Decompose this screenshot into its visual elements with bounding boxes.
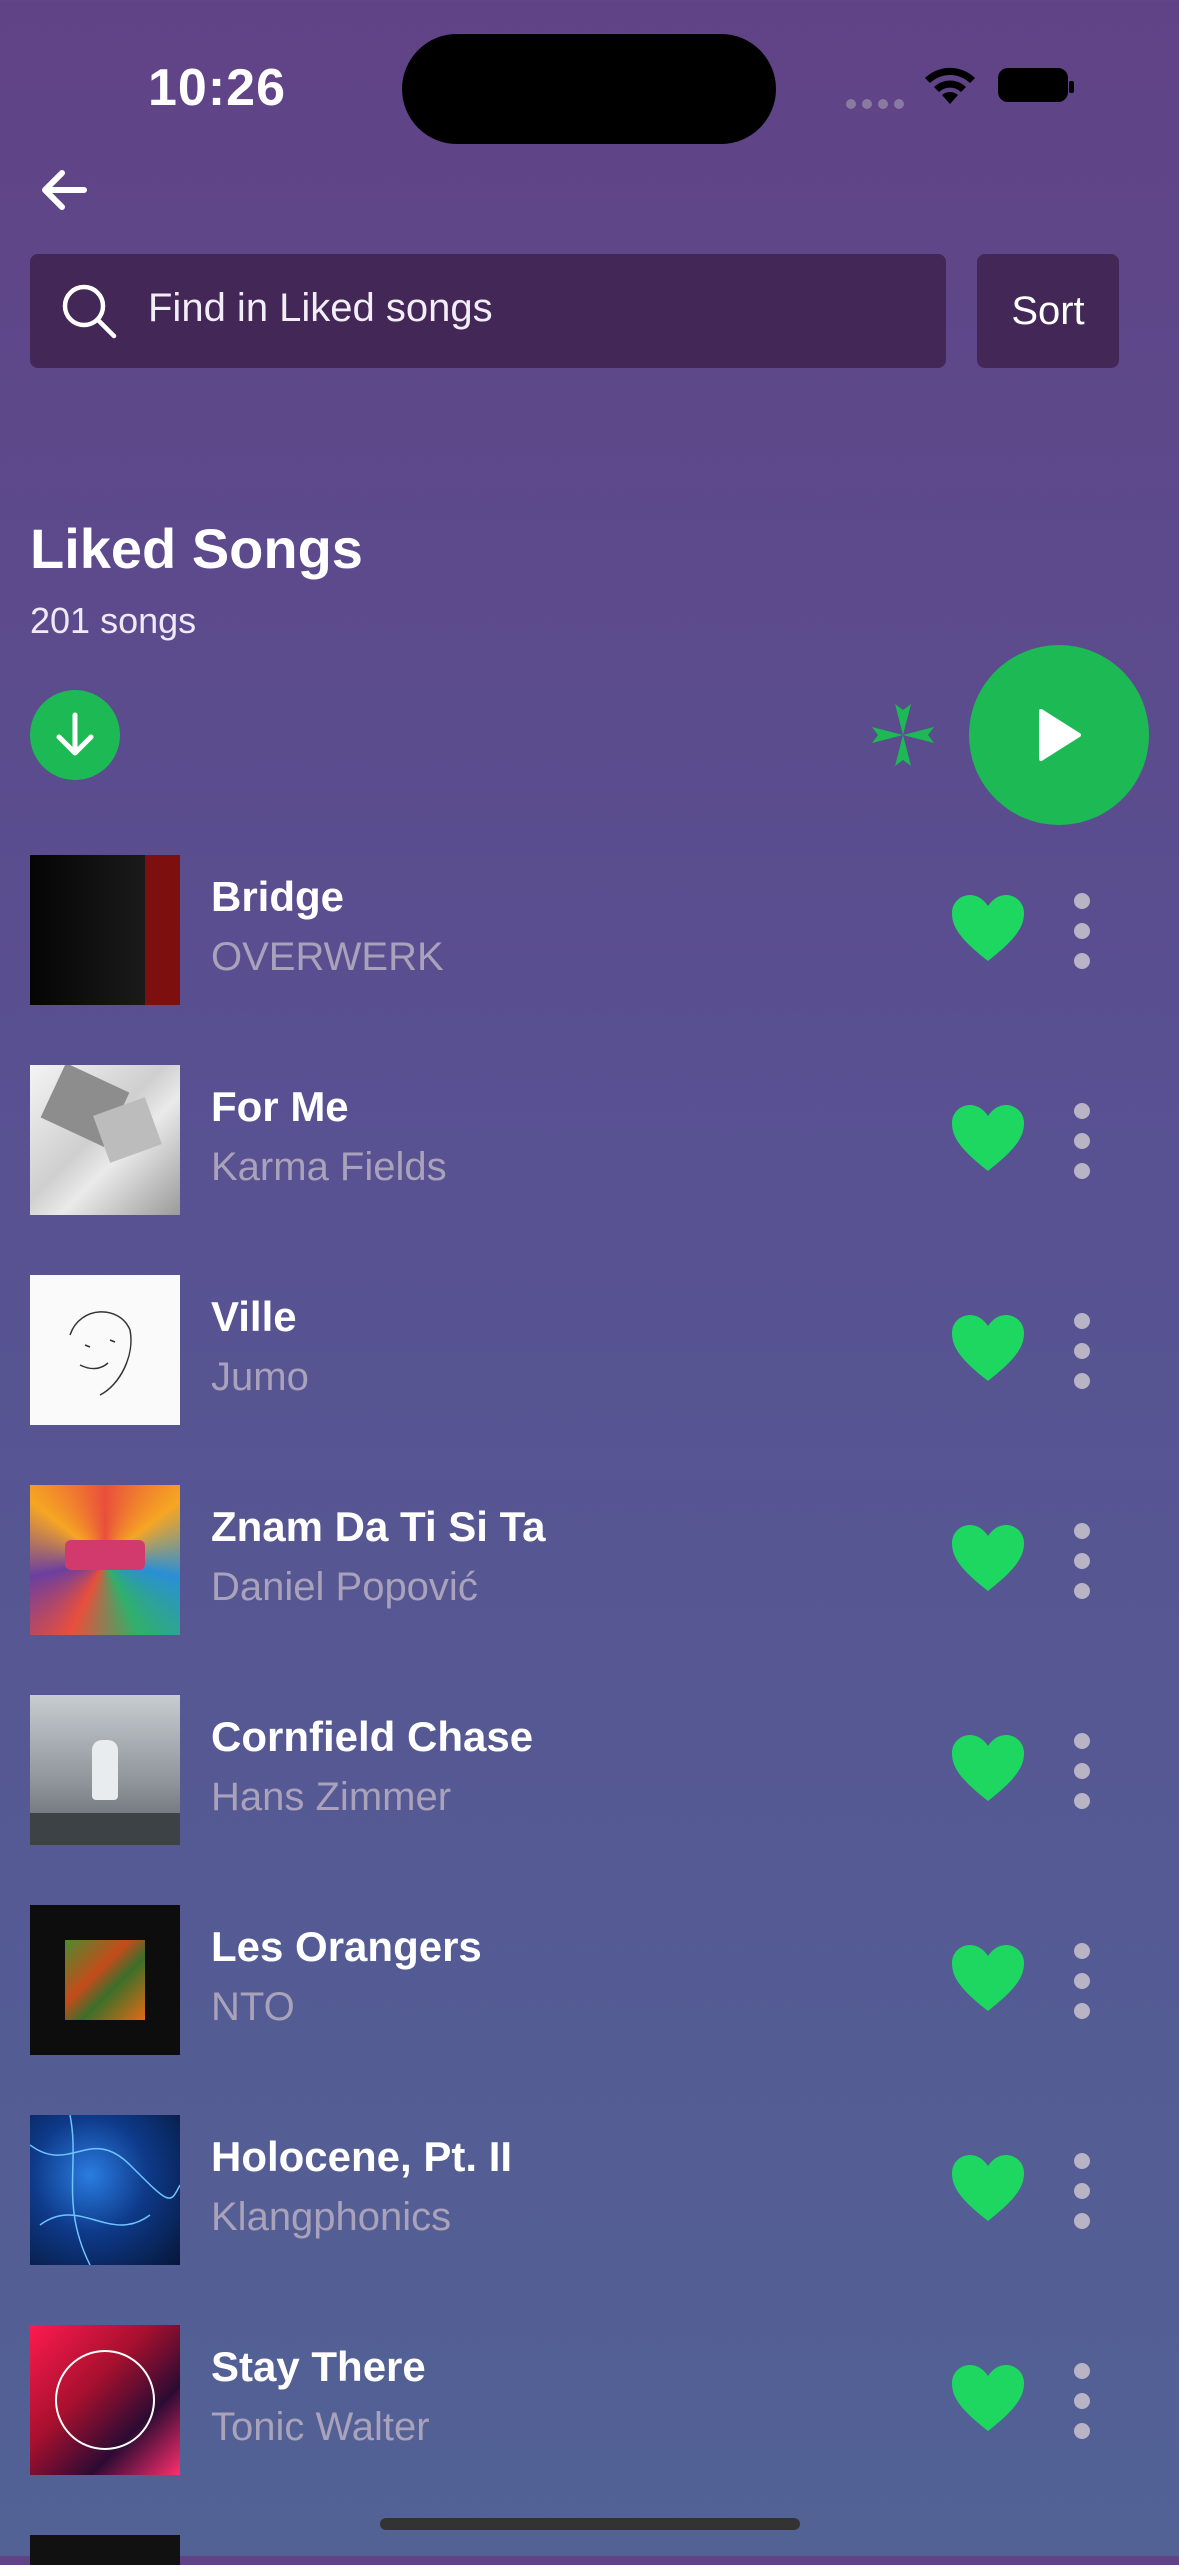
heart-icon[interactable] [950,1103,1026,1173]
song-row[interactable]: Bridge OVERWERK [0,855,1179,1005]
more-vertical-icon[interactable] [1066,1733,1098,1809]
song-artist: OVERWERK [211,935,444,979]
page-title: Liked Songs [30,517,363,580]
battery-icon [998,68,1074,102]
more-vertical-icon[interactable] [1066,2363,1098,2439]
heart-icon[interactable] [950,1943,1026,2013]
search-placeholder: Find in Liked songs [148,286,493,330]
more-vertical-icon[interactable] [1066,893,1098,969]
cellular-signal-icon [846,96,910,114]
song-title: Ville [211,1293,297,1340]
back-arrow-icon[interactable] [34,160,94,220]
album-art [30,1275,180,1425]
song-artist: Klangphonics [211,2195,452,2239]
song-row[interactable]: Ville Jumo [0,1275,1179,1425]
more-vertical-icon[interactable] [1066,2153,1098,2229]
song-row[interactable]: Holocene, Pt. II Klangphonics [0,2115,1179,2265]
album-art [30,1695,180,1845]
song-title: Stay There [211,2343,426,2390]
album-art [30,2535,180,2565]
search-icon [62,284,117,339]
song-title: Cornfield Chase [211,1713,534,1760]
song-title: Bridge [211,873,345,920]
search-field[interactable]: Find in Liked songs [30,254,946,368]
home-indicator[interactable] [380,2518,800,2530]
play-button[interactable] [969,645,1149,825]
heart-icon[interactable] [950,2363,1026,2433]
more-vertical-icon[interactable] [1066,1103,1098,1179]
album-art [30,2325,180,2475]
heart-icon[interactable] [950,2153,1026,2223]
album-art [30,1065,180,1215]
heart-icon[interactable] [950,1313,1026,1383]
song-row[interactable]: Znam Da Ti Si Ta Daniel Popović [0,1485,1179,1635]
album-art [30,1905,180,2055]
song-row[interactable]: Cornfield Chase Hans Zimmer [0,1695,1179,1845]
album-art [30,855,180,1005]
download-icon [56,712,94,756]
play-icon [1039,709,1081,761]
song-artist: Daniel Popović [211,1565,478,1609]
status-time: 10:26 [148,59,286,117]
song-row[interactable]: Les Orangers NTO [0,1905,1179,2055]
album-art [30,2115,180,2265]
song-artist: Jumo [211,1355,309,1399]
song-artist: NTO [211,1985,295,2029]
song-title: For Me [211,1083,349,1130]
album-art [30,1485,180,1635]
song-row[interactable]: Stay There Tonic Walter [0,2325,1179,2475]
song-artist: Hans Zimmer [211,1775,452,1819]
heart-icon[interactable] [950,893,1026,963]
song-title: Les Orangers [211,1923,482,1970]
song-title: Znam Da Ti Si Ta [211,1503,546,1550]
shuffle-icon[interactable] [868,700,938,770]
dynamic-island [402,34,776,144]
song-artist: Karma Fields [211,1145,447,1189]
more-vertical-icon[interactable] [1066,1523,1098,1599]
more-vertical-icon[interactable] [1066,1313,1098,1389]
song-row[interactable]: For Me Karma Fields [0,1065,1179,1215]
heart-icon[interactable] [950,1523,1026,1593]
song-title: Holocene, Pt. II [211,2133,513,2180]
song-count: 201 songs [30,600,197,641]
wifi-icon [925,67,975,104]
song-artist: Tonic Walter [211,2405,430,2449]
download-button[interactable] [30,690,120,780]
more-vertical-icon[interactable] [1066,1943,1098,2019]
heart-icon[interactable] [950,1733,1026,1803]
sort-button[interactable]: Sort [977,254,1119,368]
